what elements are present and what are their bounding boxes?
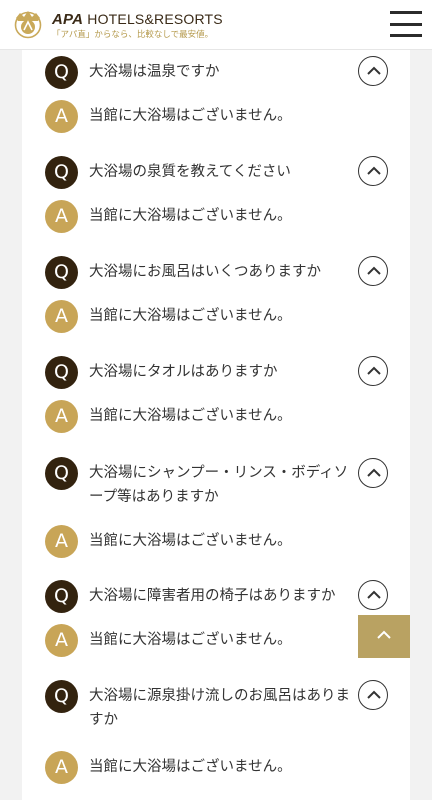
brand-prefix: APA [52, 11, 84, 28]
question-badge: Q [45, 256, 78, 289]
menu-bar [390, 11, 422, 14]
answer-text: 当館に大浴場はございません。 [89, 308, 292, 324]
answer-text: 当館に大浴場はございません。 [89, 632, 292, 648]
question-text: 大浴場にシャンプー・リンス・ボディソープ等はありますか [89, 465, 349, 505]
back-to-top-button[interactable] [358, 615, 410, 658]
answer-text: 当館に大浴場はございません。 [89, 533, 292, 549]
answer-text: 当館に大浴場はございません。 [89, 408, 292, 424]
collapse-toggle-chevron-up-icon[interactable] [358, 56, 388, 86]
apa-crown-logo[interactable] [11, 9, 45, 39]
faq-card: Q 大浴場は温泉ですか A 当館に大浴場はございません。 Q 大浴場の泉質を教え… [22, 50, 410, 800]
question-text: 大浴場に源泉掛け流しのお風呂はありますか [89, 688, 350, 728]
question-badge: Q [45, 457, 78, 490]
answer-badge: A [45, 100, 78, 133]
question-text: 大浴場にお風呂はいくつありますか [89, 264, 321, 280]
brand-suffix: HOTELS&RESORTS [83, 11, 223, 27]
collapse-toggle-chevron-up-icon[interactable] [358, 356, 388, 386]
answer-text: 当館に大浴場はございません。 [89, 208, 292, 224]
collapse-toggle-chevron-up-icon[interactable] [358, 680, 388, 710]
question-badge: Q [45, 56, 78, 89]
site-header: APA HOTELS&RESORTS 「アパ直」からなら、比較なしで最安値。 [0, 0, 432, 50]
answer-text: 当館に大浴場はございません。 [89, 759, 292, 775]
question-text: 大浴場に障害者用の椅子はありますか [89, 588, 336, 604]
question-badge: Q [45, 356, 78, 389]
answer-badge: A [45, 400, 78, 433]
collapse-toggle-chevron-up-icon[interactable] [358, 256, 388, 286]
collapse-toggle-chevron-up-icon[interactable] [358, 156, 388, 186]
question-text: 大浴場は温泉ですか [89, 64, 220, 80]
chevron-up-icon [377, 630, 391, 639]
answer-badge: A [45, 525, 78, 558]
answer-badge: A [45, 200, 78, 233]
menu-bar [390, 34, 422, 37]
answer-text: 当館に大浴場はございません。 [89, 108, 292, 124]
question-badge: Q [45, 680, 78, 713]
brand-name[interactable]: APA HOTELS&RESORTS [52, 11, 223, 28]
answer-badge: A [45, 624, 78, 657]
menu-bar [390, 22, 422, 26]
question-text: 大浴場にタオルはありますか [89, 364, 278, 380]
menu-hamburger-icon[interactable] [390, 11, 422, 37]
collapse-toggle-chevron-up-icon[interactable] [358, 580, 388, 610]
question-text: 大浴場の泉質を教えてください [89, 164, 291, 180]
question-badge: Q [45, 156, 78, 189]
question-badge: Q [45, 580, 78, 613]
answer-badge: A [45, 300, 78, 333]
collapse-toggle-chevron-up-icon[interactable] [358, 458, 388, 488]
brand-tagline: 「アパ直」からなら、比較なしで最安値。 [52, 30, 214, 40]
answer-badge: A [45, 751, 78, 784]
